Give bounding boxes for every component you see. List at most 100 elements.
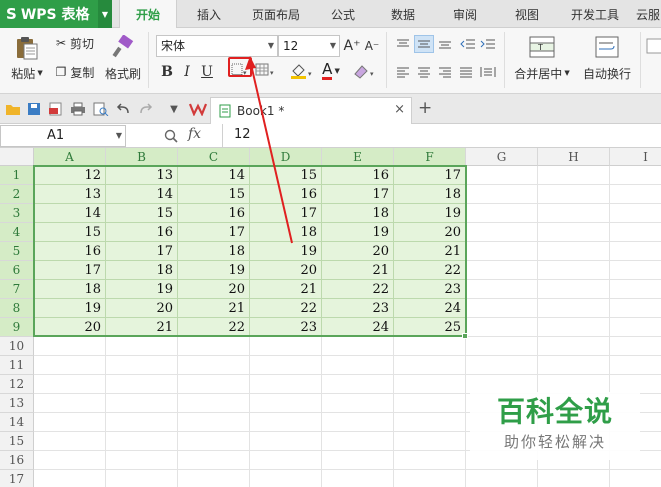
cell-d2[interactable]: 16 (250, 185, 322, 204)
copy-button[interactable]: ❐ 复制 (52, 64, 98, 80)
cell-c10[interactable] (178, 337, 250, 356)
undo-icon[interactable] (115, 101, 131, 117)
cell-f13[interactable] (394, 394, 466, 413)
cell-e5[interactable]: 20 (322, 242, 394, 261)
cell-f15[interactable] (394, 432, 466, 451)
tab-review[interactable]: 审阅 (440, 0, 490, 28)
cell-b12[interactable] (106, 375, 178, 394)
document-tab[interactable]: Book1 * × (210, 97, 412, 124)
cell-e17[interactable] (322, 470, 394, 487)
format-painter-icon[interactable] (108, 34, 138, 60)
cell-b17[interactable] (106, 470, 178, 487)
add-tab-button[interactable]: + (418, 98, 432, 118)
row-header-1[interactable]: 1 (0, 166, 34, 185)
cell-e3[interactable]: 18 (322, 204, 394, 223)
cell-h3[interactable] (538, 204, 610, 223)
cell-h8[interactable] (538, 299, 610, 318)
cell-b14[interactable] (106, 413, 178, 432)
cell-h11[interactable] (538, 356, 610, 375)
cell-c11[interactable] (178, 356, 250, 375)
wps-w-logo-icon[interactable] (188, 100, 208, 118)
cell-e15[interactable] (322, 432, 394, 451)
cell-d7[interactable]: 21 (250, 280, 322, 299)
formula-input[interactable]: 12 (222, 124, 661, 148)
cell-f11[interactable] (394, 356, 466, 375)
row-header-16[interactable]: 16 (0, 451, 34, 470)
cell-d8[interactable]: 22 (250, 299, 322, 318)
cell-g9[interactable] (466, 318, 538, 337)
cell-g7[interactable] (466, 280, 538, 299)
wrap-text-icon[interactable] (594, 34, 620, 60)
cell-f7[interactable]: 23 (394, 280, 466, 299)
row-header-9[interactable]: 9 (0, 318, 34, 337)
cut-button[interactable]: ✂ 剪切 (52, 35, 98, 51)
cell-c13[interactable] (178, 394, 250, 413)
cell-d17[interactable] (250, 470, 322, 487)
row-header-11[interactable]: 11 (0, 356, 34, 375)
cell-i5[interactable] (610, 242, 661, 261)
cell-e14[interactable] (322, 413, 394, 432)
cell-b7[interactable]: 19 (106, 280, 178, 299)
cell-e16[interactable] (322, 451, 394, 470)
cell-c14[interactable] (178, 413, 250, 432)
column-header-h[interactable]: H (538, 148, 610, 166)
cell-b5[interactable]: 17 (106, 242, 178, 261)
name-box[interactable]: A1 ▼ (0, 125, 126, 147)
cell-a9[interactable]: 20 (34, 318, 106, 337)
cell-g1[interactable] (466, 166, 538, 185)
cell-d11[interactable] (250, 356, 322, 375)
cell-b13[interactable] (106, 394, 178, 413)
cell-e6[interactable]: 21 (322, 261, 394, 280)
cell-c6[interactable]: 19 (178, 261, 250, 280)
italic-button[interactable]: I (178, 62, 196, 82)
cell-a4[interactable]: 15 (34, 223, 106, 242)
cell-e10[interactable] (322, 337, 394, 356)
cell-b3[interactable]: 15 (106, 204, 178, 223)
cell-f5[interactable]: 21 (394, 242, 466, 261)
cell-c17[interactable] (178, 470, 250, 487)
cell-i8[interactable] (610, 299, 661, 318)
cell-g8[interactable] (466, 299, 538, 318)
cell-b4[interactable]: 16 (106, 223, 178, 242)
column-header-i[interactable]: I (610, 148, 661, 166)
tab-data[interactable]: 数据 (378, 0, 428, 28)
row-header-5[interactable]: 5 (0, 242, 34, 261)
cell-b8[interactable]: 20 (106, 299, 178, 318)
fill-handle[interactable] (462, 333, 468, 339)
cell-f14[interactable] (394, 413, 466, 432)
cell-i11[interactable] (610, 356, 661, 375)
increase-indent-icon[interactable] (478, 36, 498, 52)
column-header-g[interactable]: G (466, 148, 538, 166)
cell-g11[interactable] (466, 356, 538, 375)
align-bottom-icon[interactable] (436, 36, 454, 52)
cell-e11[interactable] (322, 356, 394, 375)
cell-a13[interactable] (34, 394, 106, 413)
cell-a15[interactable] (34, 432, 106, 451)
print-icon[interactable] (69, 101, 87, 117)
cell-e7[interactable]: 22 (322, 280, 394, 299)
close-icon[interactable]: × (394, 102, 405, 117)
column-header-a[interactable]: A (34, 148, 106, 166)
cell-h9[interactable] (538, 318, 610, 337)
cell-a3[interactable]: 14 (34, 204, 106, 223)
tab-view[interactable]: 视图 (502, 0, 552, 28)
fill-color-icon[interactable]: ▾ (288, 61, 316, 81)
column-header-d[interactable]: D (250, 148, 322, 166)
cell-c1[interactable]: 14 (178, 166, 250, 185)
cell-d16[interactable] (250, 451, 322, 470)
select-all-corner[interactable] (0, 148, 34, 166)
cell-d15[interactable] (250, 432, 322, 451)
clear-format-icon[interactable]: ▾ (350, 61, 378, 81)
cell-e9[interactable]: 24 (322, 318, 394, 337)
export-pdf-icon[interactable] (47, 101, 65, 117)
grow-font-button[interactable]: A⁺ (343, 36, 361, 56)
column-header-b[interactable]: B (106, 148, 178, 166)
cell-g5[interactable] (466, 242, 538, 261)
decrease-indent-icon[interactable] (458, 36, 478, 52)
cell-g17[interactable] (466, 470, 538, 487)
align-left-icon[interactable] (394, 64, 412, 80)
row-header-6[interactable]: 6 (0, 261, 34, 280)
row-header-2[interactable]: 2 (0, 185, 34, 204)
cell-e8[interactable]: 23 (322, 299, 394, 318)
cell-f10[interactable] (394, 337, 466, 356)
